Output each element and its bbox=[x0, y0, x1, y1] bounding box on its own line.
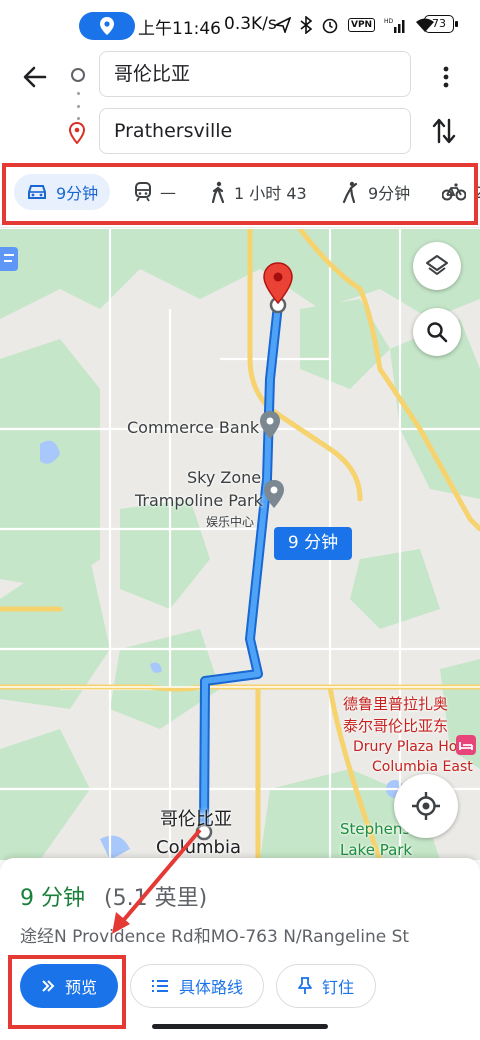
bluetooth-icon bbox=[300, 16, 312, 34]
duration-text: 9 分钟 bbox=[20, 886, 85, 911]
rideshare-icon bbox=[342, 181, 358, 203]
signal-icon: HD bbox=[384, 18, 405, 33]
back-button[interactable] bbox=[20, 62, 50, 92]
alarm-icon bbox=[322, 18, 338, 34]
destination-pin-icon bbox=[68, 122, 86, 144]
map-label-entertainment: 娱乐中心 bbox=[206, 515, 255, 529]
bike-icon bbox=[442, 183, 466, 201]
map-label-park-2: Lake Park bbox=[340, 841, 413, 859]
pin-icon bbox=[298, 977, 312, 994]
travel-mode-bar: 9分钟 — 1 小时 43 9分钟 2 bbox=[0, 160, 480, 228]
transit-icon bbox=[135, 182, 151, 202]
swap-vert-icon bbox=[432, 118, 456, 144]
list-icon bbox=[151, 980, 168, 992]
network-speed: 0.3K/s bbox=[224, 14, 277, 34]
arrow-left-icon bbox=[23, 66, 47, 88]
crosshair-icon bbox=[412, 792, 440, 820]
pin-label: 钉住 bbox=[321, 978, 354, 997]
map-label-hotel-cn-1: 德鲁里普拉扎奥 bbox=[343, 695, 449, 713]
poi-marker-icon[interactable] bbox=[262, 479, 286, 509]
mode-rideshare[interactable]: 9分钟 bbox=[340, 174, 410, 210]
map-label-trampoline-park[interactable]: Trampoline Park bbox=[135, 491, 263, 510]
home-indicator bbox=[152, 1024, 328, 1029]
mode-transit[interactable]: — bbox=[134, 174, 176, 210]
car-icon bbox=[28, 185, 46, 199]
distance-text: (5.1 英里) bbox=[104, 886, 208, 911]
location-icon bbox=[100, 17, 114, 35]
mode-label: 9分钟 bbox=[368, 184, 411, 203]
layers-button[interactable] bbox=[413, 242, 461, 290]
swap-button[interactable] bbox=[430, 116, 458, 146]
location-indicator bbox=[79, 12, 135, 40]
send-icon bbox=[275, 17, 291, 33]
map-label-city-en: Columbia bbox=[156, 837, 241, 858]
steps-button[interactable]: 具体路线 bbox=[130, 964, 264, 1008]
clock: 上午11:46 bbox=[138, 19, 221, 39]
mode-driving[interactable]: 9分钟 bbox=[14, 174, 111, 210]
via-text: 途经N Providence Rd和MO-763 N/Rangeline St bbox=[20, 927, 410, 947]
my-location-button[interactable] bbox=[394, 774, 458, 838]
more-options-button[interactable] bbox=[436, 64, 456, 90]
route-time-chip[interactable]: 9 分钟 bbox=[274, 527, 352, 560]
walk-icon bbox=[211, 181, 225, 203]
search-along-route-button[interactable] bbox=[413, 308, 461, 356]
directions-header: 哥伦比亚 Prathersville bbox=[0, 50, 480, 160]
destination-marker-icon[interactable] bbox=[261, 261, 295, 305]
preview-button[interactable]: 预览 bbox=[20, 964, 118, 1008]
map-label-hotel-cn-2: 泰尔哥伦比亚东 bbox=[343, 717, 449, 735]
mode-label: — bbox=[160, 182, 176, 202]
map-view[interactable]: Commerce Bank Sky Zone Trampoline Park 娱… bbox=[0, 229, 480, 860]
battery-icon: 73 bbox=[424, 15, 458, 33]
more-vert-icon bbox=[443, 66, 449, 88]
double-chevron-right-icon bbox=[42, 980, 55, 992]
poi-marker-icon[interactable] bbox=[258, 410, 282, 440]
search-icon bbox=[427, 322, 448, 343]
status-bar: 上午11:46 0.3K/s VPN HD 73 bbox=[0, 0, 480, 50]
mode-cycling[interactable]: 2 bbox=[442, 174, 480, 210]
poi-edge-icon bbox=[0, 247, 18, 271]
map-label-hotel-en-2: Columbia East bbox=[372, 759, 473, 775]
map-label-city-cn: 哥伦比亚 bbox=[160, 809, 232, 830]
destination-field[interactable]: Prathersville bbox=[99, 108, 411, 154]
map-label-sky-zone[interactable]: Sky Zone bbox=[187, 468, 261, 487]
origin-circle-icon bbox=[71, 68, 85, 82]
hotel-icon bbox=[456, 735, 476, 755]
svg-text:HD: HD bbox=[384, 18, 394, 25]
map-label-commerce-bank[interactable]: Commerce Bank bbox=[127, 418, 259, 437]
mode-label: 2 bbox=[474, 183, 480, 202]
vpn-icon: VPN bbox=[348, 18, 376, 32]
pin-button[interactable]: 钉住 bbox=[276, 964, 376, 1008]
route-summary-sheet: 9 分钟 (5.1 英里) 途经N Providence Rd和MO-763 N… bbox=[0, 858, 480, 1040]
route-dots-icon bbox=[76, 92, 80, 120]
mode-label: 1 小时 43 bbox=[234, 184, 307, 203]
mode-label: 9分钟 bbox=[56, 184, 99, 203]
origin-field[interactable]: 哥伦比亚 bbox=[99, 51, 411, 97]
steps-label: 具体路线 bbox=[178, 978, 243, 997]
preview-label: 预览 bbox=[64, 978, 97, 997]
mode-walking[interactable]: 1 小时 43 bbox=[210, 174, 307, 210]
layers-icon bbox=[426, 255, 448, 275]
